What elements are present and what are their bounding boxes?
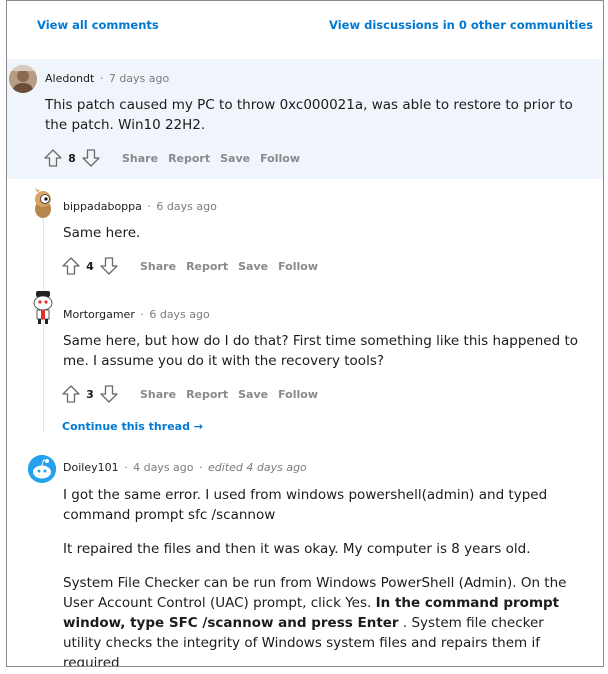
share-button[interactable]: Share [122, 152, 158, 165]
timestamp[interactable]: 6 days ago [156, 200, 216, 213]
user-photo-icon [9, 65, 37, 93]
comment-body: This patch caused my PC to throw 0xc0000… [45, 95, 580, 135]
avatar-bippadaboppa[interactable] [29, 187, 57, 218]
vote-count: 4 [86, 259, 94, 273]
comment-text: Same here. [63, 225, 141, 241]
username[interactable]: Mortorgamer [63, 308, 135, 321]
default-snoo-icon [28, 455, 56, 483]
edited-label: edited 4 days ago [208, 461, 307, 474]
upvote-button[interactable] [60, 383, 82, 405]
save-button[interactable]: Save [238, 388, 268, 401]
comment-text: Same here, but how do I do that? First t… [63, 333, 579, 369]
comment-mortorgamer: Mortorgamer · 6 days ago Same here, but … [7, 291, 603, 417]
username[interactable]: bippadaboppa [63, 200, 142, 213]
comment-body: Same here. [63, 223, 583, 243]
timestamp[interactable]: 4 days ago [133, 461, 193, 474]
timestamp[interactable]: 6 days ago [149, 308, 209, 321]
comment-actions: 8 Share Report Save Follow [42, 145, 300, 171]
upvote-icon [62, 385, 80, 403]
comment-paragraph-1: I got the same error. I used from window… [63, 487, 548, 523]
avatar-mortorgamer[interactable] [29, 291, 57, 324]
comment-meta: Doiley101 · 4 days ago · edited 4 days a… [63, 461, 307, 474]
view-all-comments-link[interactable]: View all comments [37, 18, 159, 32]
comment-meta: Mortorgamer · 6 days ago [63, 308, 210, 321]
downvote-icon [82, 149, 100, 167]
meta-separator: · [140, 308, 144, 321]
meta-separator: · [124, 461, 128, 474]
downvote-button[interactable] [98, 383, 120, 405]
comment-bippadaboppa: bippadaboppa · 6 days ago Same here. 4 S… [7, 183, 603, 283]
comment-actions: 3 Share Report Save Follow [60, 381, 318, 407]
avatar-aledondt[interactable] [9, 65, 37, 93]
avatar-doiley101[interactable] [28, 455, 56, 483]
comment-paragraph-3: System File Checker can be run from Wind… [63, 573, 583, 666]
downvote-icon [100, 257, 118, 275]
upvote-button[interactable] [42, 147, 64, 169]
report-button[interactable]: Report [186, 260, 228, 273]
meta-separator: · [99, 72, 104, 85]
snoo-avatar-icon [35, 188, 51, 218]
share-button[interactable]: Share [140, 388, 176, 401]
comment-actions: 4 Share Report Save Follow [60, 253, 318, 279]
username[interactable]: Aledondt [45, 72, 94, 85]
save-button[interactable]: Save [238, 260, 268, 273]
comment-aledondt: Aledondt · 7 days ago This patch caused … [7, 59, 603, 179]
meta-separator: · [199, 461, 203, 474]
vote-count: 8 [68, 151, 76, 165]
comment-body: Same here, but how do I do that? First t… [63, 331, 578, 371]
comments-panel: View all comments View discussions in 0 … [6, 0, 604, 667]
share-button[interactable]: Share [140, 260, 176, 273]
continue-thread-link[interactable]: Continue this thread → [62, 420, 203, 433]
comment-text: This patch caused my PC to throw 0xc0000… [45, 97, 573, 133]
downvote-button[interactable] [80, 147, 102, 169]
comment-meta: bippadaboppa · 6 days ago [63, 200, 217, 213]
comment-body: I got the same error. I used from window… [63, 485, 583, 666]
downvote-icon [100, 385, 118, 403]
report-button[interactable]: Report [168, 152, 210, 165]
upvote-icon [62, 257, 80, 275]
view-discussions-link[interactable]: View discussions in 0 other communities [329, 18, 593, 32]
vote-count: 3 [86, 387, 94, 401]
meta-separator: · [147, 200, 151, 213]
comment-doiley101: Doiley101 · 4 days ago · edited 4 days a… [7, 451, 603, 666]
follow-button[interactable]: Follow [278, 260, 318, 273]
comment-paragraph-2: It repaired the files and then it was ok… [63, 541, 531, 557]
follow-button[interactable]: Follow [278, 388, 318, 401]
follow-button[interactable]: Follow [260, 152, 300, 165]
save-button[interactable]: Save [220, 152, 250, 165]
comment-meta: Aledondt · 7 days ago [45, 72, 169, 85]
report-button[interactable]: Report [186, 388, 228, 401]
comments-header: View all comments View discussions in 0 … [7, 1, 603, 51]
username[interactable]: Doiley101 [63, 461, 119, 474]
snoo-avatar-icon [33, 291, 53, 324]
downvote-button[interactable] [98, 255, 120, 277]
upvote-button[interactable] [60, 255, 82, 277]
timestamp[interactable]: 7 days ago [109, 72, 169, 85]
upvote-icon [44, 149, 62, 167]
